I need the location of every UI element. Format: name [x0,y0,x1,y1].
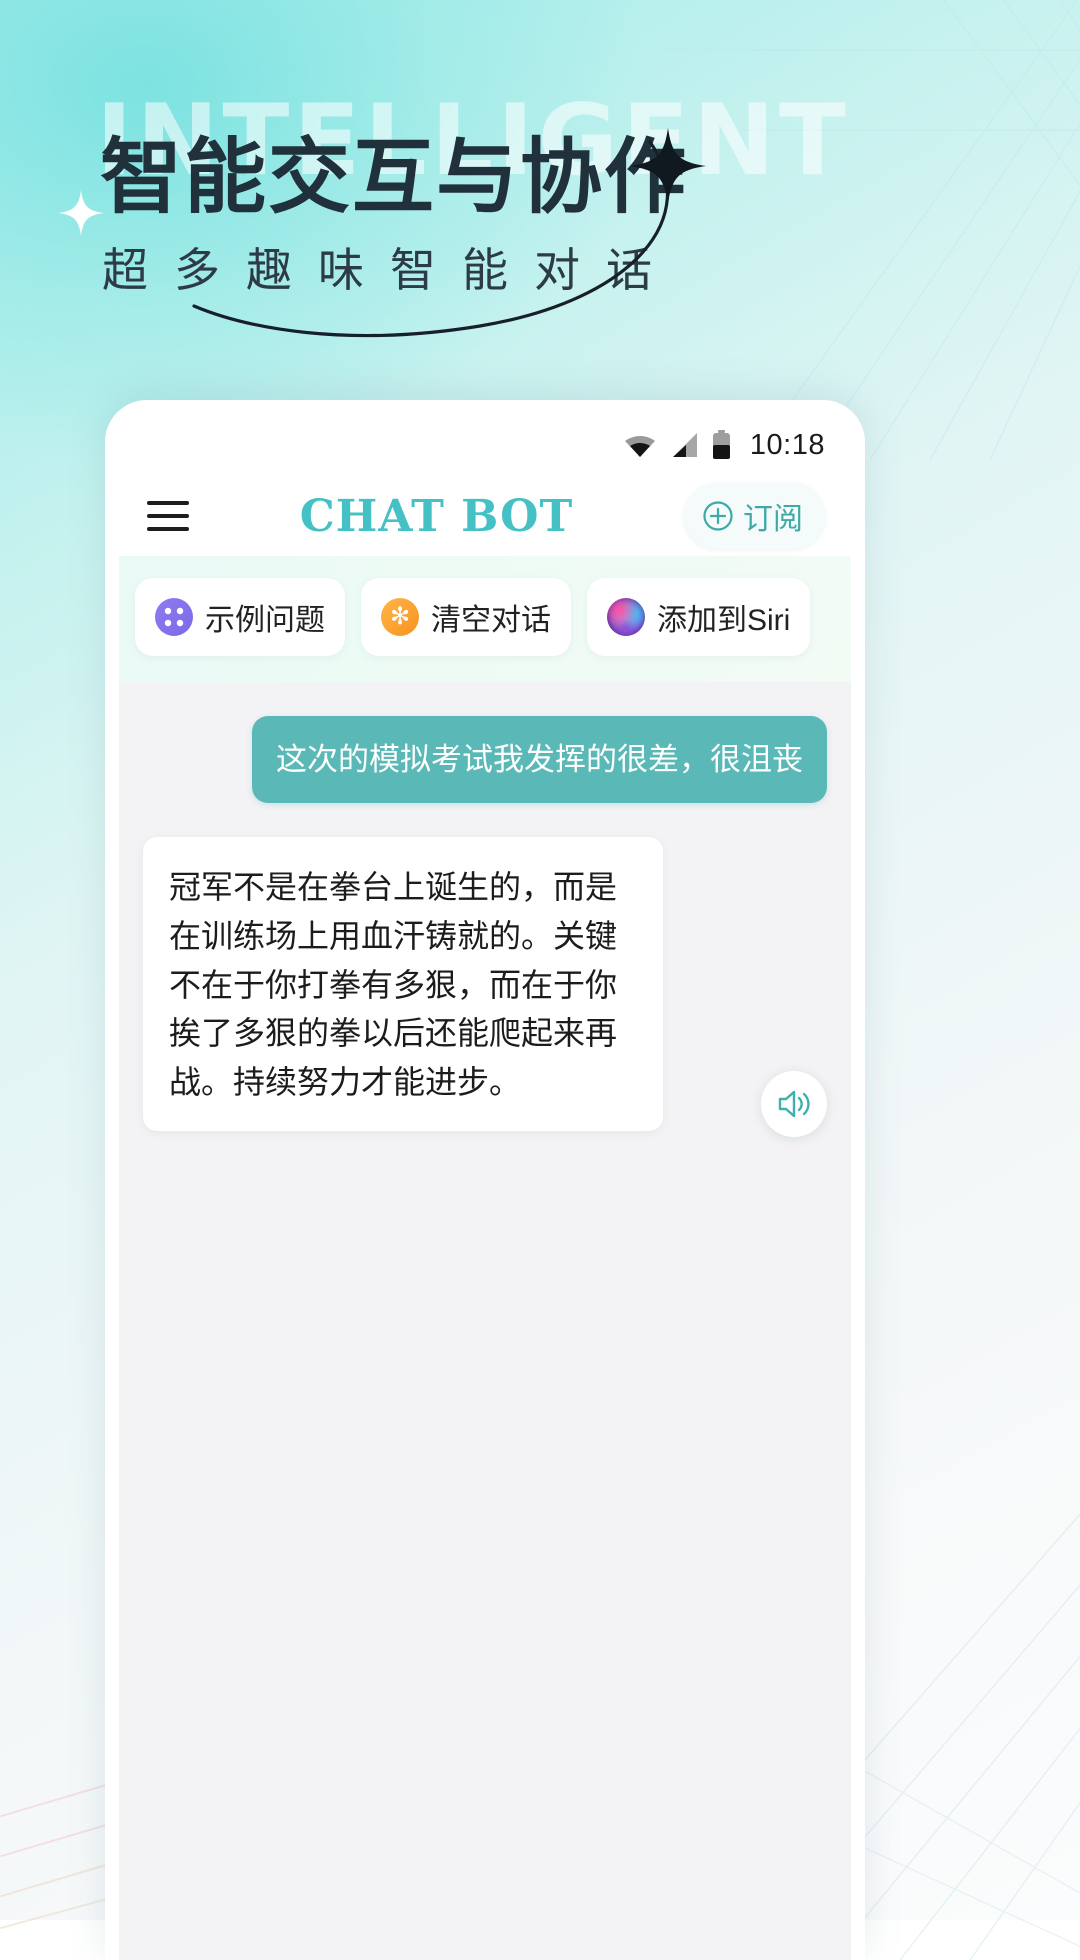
sparkle-large-icon [630,128,706,204]
chip-clear-conversation-label: 清空对话 [431,604,551,637]
quick-actions-row: 示例问题 清空对话 添加到Siri [119,556,851,682]
chat-row-bot: 冠军不是在拳台上诞生的，而是在训练场上用血汗铸就的。关键不在于你打拳有多狠，而在… [143,837,827,1137]
chat-row-user: 这次的模拟考试我发挥的很差，很沮丧 [143,716,827,804]
subscribe-button[interactable]: 订阅 [684,483,825,549]
siri-orb-icon [607,598,645,636]
chip-sample-questions[interactable]: 示例问题 [135,578,345,656]
chip-add-to-siri[interactable]: 添加到Siri [587,578,811,656]
speaker-volume-button[interactable] [761,1070,827,1137]
bot-message-bubble: 冠军不是在拳台上诞生的，而是在训练场上用血汗铸就的。关键不在于你打拳有多狠，而在… [143,837,663,1131]
user-message-bubble: 这次的模拟考试我发挥的很差，很沮丧 [252,716,827,804]
status-bar-time: 10:18 [749,428,825,461]
sparkle-small-icon [58,190,104,236]
wifi-icon [624,436,655,457]
phone-mockup: 10:18 CHAT BOT 订阅 示例问题 ✻ 清空对话 添加到Siri 这次… [105,400,865,1960]
cellular-signal-icon [672,433,697,457]
plus-circle-icon [703,501,733,531]
chat-thread: 这次的模拟考试我发挥的很差，很沮丧 冠军不是在拳台上诞生的，而是在训练场上用血汗… [119,682,851,1622]
status-bar: 10:18 [119,414,851,476]
chip-clear-conversation[interactable]: 清空对话 [361,578,571,656]
hamburger-menu-icon[interactable] [147,501,189,531]
hero-section: INTELLIGENT 智能交互与协作 超多趣味智能对话 [0,0,1080,400]
app-title: CHAT BOT [299,490,574,542]
broom-clear-icon [381,598,419,636]
speaker-volume-icon [778,1090,810,1117]
chip-add-to-siri-label: 添加到Siri [657,604,791,637]
app-bar: CHAT BOT 订阅 [119,476,851,556]
grid-dots-icon [155,598,193,636]
subscribe-label: 订阅 [743,503,803,536]
battery-icon [712,430,730,459]
chip-sample-questions-label: 示例问题 [205,604,325,637]
phone-screen: 10:18 CHAT BOT 订阅 示例问题 ✻ 清空对话 添加到Siri 这次… [119,414,851,1960]
